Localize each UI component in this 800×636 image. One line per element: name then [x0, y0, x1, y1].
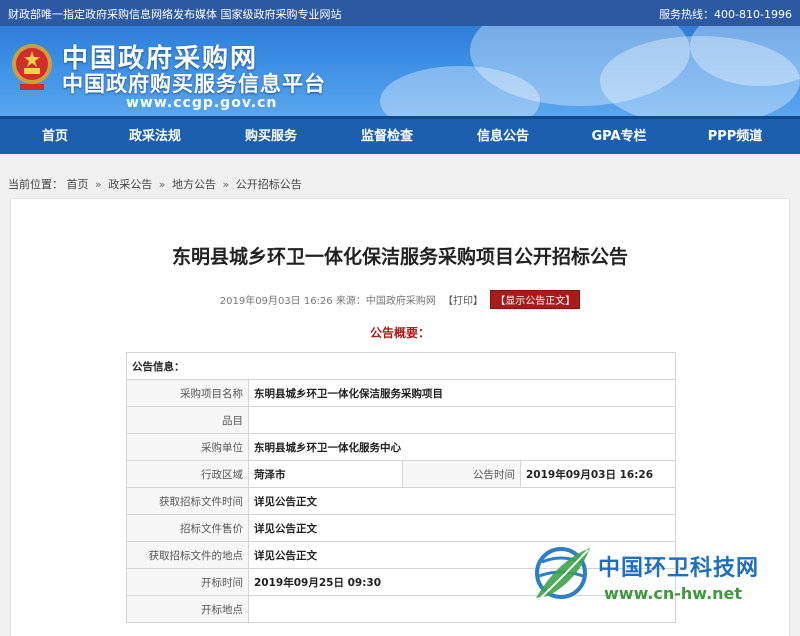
row-value: 东明县城乡环卫一体化服务中心	[248, 433, 676, 461]
row-label: 公告时间	[402, 460, 521, 488]
nav-item-purchase-service[interactable]: 购买服务	[216, 119, 326, 154]
row-label: 采购单位	[126, 433, 249, 461]
breadcrumb-prefix: 当前位置：	[8, 178, 63, 191]
row-label: 获取招标文件的地点	[126, 541, 249, 569]
show-body-button[interactable]: 【显示公告正文】	[490, 290, 581, 309]
nav-item-announcements[interactable]: 信息公告	[448, 119, 558, 154]
announcement-meta: 2019年09月03日 16:26 来源：中国政府采购网 【打印】 【显示公告正…	[0, 290, 800, 309]
table-header-row: 公告信息：	[126, 352, 676, 380]
row-label: 开标地点	[126, 595, 249, 623]
breadcrumb-current[interactable]: 公开招标公告	[236, 178, 302, 191]
row-value: 东明县城乡环卫一体化保洁服务采购项目	[248, 379, 676, 407]
announcement-title: 东明县城乡环卫一体化保洁服务采购项目公开招标公告	[171, 246, 628, 268]
table-row: 品目	[126, 406, 676, 434]
row-label: 招标文件售价	[126, 514, 249, 542]
site-url: www.ccgp.gov.cn	[126, 95, 278, 111]
nav-item-home[interactable]: 首页	[0, 119, 110, 154]
row-label: 开标时间	[126, 568, 249, 596]
service-hotline: 服务热线：400-810-1996	[659, 8, 792, 21]
table-row: 采购单位 东明县城乡环卫一体化服务中心	[126, 433, 676, 461]
row-value: 详见公告正文	[248, 487, 676, 515]
watermark-url: www.cn-hw.net	[604, 584, 743, 603]
breadcrumb-announcements[interactable]: 政采公告	[108, 178, 152, 191]
table-row: 行政区域 菏泽市 公告时间 2019年09月03日 16:26	[126, 460, 676, 488]
watermark-title: 中国环卫科技网	[598, 556, 760, 581]
site-slogan: 财政部唯一指定政府采购信息网络发布媒体 国家级政府采购专业网站	[8, 8, 342, 21]
breadcrumb-separator: »	[158, 178, 166, 191]
globe-leaf-logo-icon	[533, 547, 590, 605]
nav-item-ppp[interactable]: PPP频道	[680, 119, 790, 154]
top-info-bar: 财政部唯一指定政府采购信息网络发布媒体 国家级政府采购专业网站 服务热线：400…	[0, 0, 800, 26]
row-label: 行政区域	[126, 460, 249, 488]
site-subtitle: 中国政府购买服务信息平台	[62, 72, 326, 96]
row-label: 获取招标文件时间	[126, 487, 249, 515]
breadcrumb-separator: »	[222, 178, 230, 191]
summary-heading: 公告概要：	[369, 326, 430, 340]
breadcrumb-separator: »	[95, 178, 102, 191]
site-banner: 中国政府采购网 中国政府购买服务信息平台 www.ccgp.gov.cn	[0, 26, 800, 116]
table-row: 获取招标文件时间 详见公告正文	[126, 487, 676, 515]
breadcrumb-home[interactable]: 首页	[67, 178, 89, 191]
watermark: 中国环卫科技网 www.cn-hw.net	[528, 540, 798, 630]
row-value: 2019年09月03日 16:26	[520, 460, 676, 488]
row-label: 品目	[126, 406, 249, 434]
row-value	[248, 406, 676, 434]
national-emblem-icon	[12, 44, 52, 90]
row-label: 采购项目名称	[126, 379, 249, 407]
table-section-label: 公告信息：	[126, 352, 676, 380]
nav-item-gpa[interactable]: GPA专栏	[564, 119, 674, 154]
breadcrumb-local[interactable]: 地方公告	[172, 178, 216, 191]
row-value: 详见公告正文	[248, 514, 676, 542]
print-link[interactable]: 【打印】	[443, 296, 483, 307]
nav-item-regulations[interactable]: 政采法规	[100, 119, 210, 154]
publish-info: 2019年09月03日 16:26 来源：中国政府采购网	[219, 296, 436, 307]
table-row: 招标文件售价 详见公告正文	[126, 514, 676, 542]
table-row: 采购项目名称 东明县城乡环卫一体化保洁服务采购项目	[126, 379, 676, 407]
nav-item-supervision[interactable]: 监督检查	[332, 119, 442, 154]
breadcrumb: 当前位置： 首页 » 政采公告 » 地方公告 » 公开招标公告	[8, 176, 302, 192]
row-value: 菏泽市	[248, 460, 403, 488]
main-nav: 首页 政采法规 购买服务 监督检查 信息公告 GPA专栏 PPP频道	[0, 116, 800, 154]
